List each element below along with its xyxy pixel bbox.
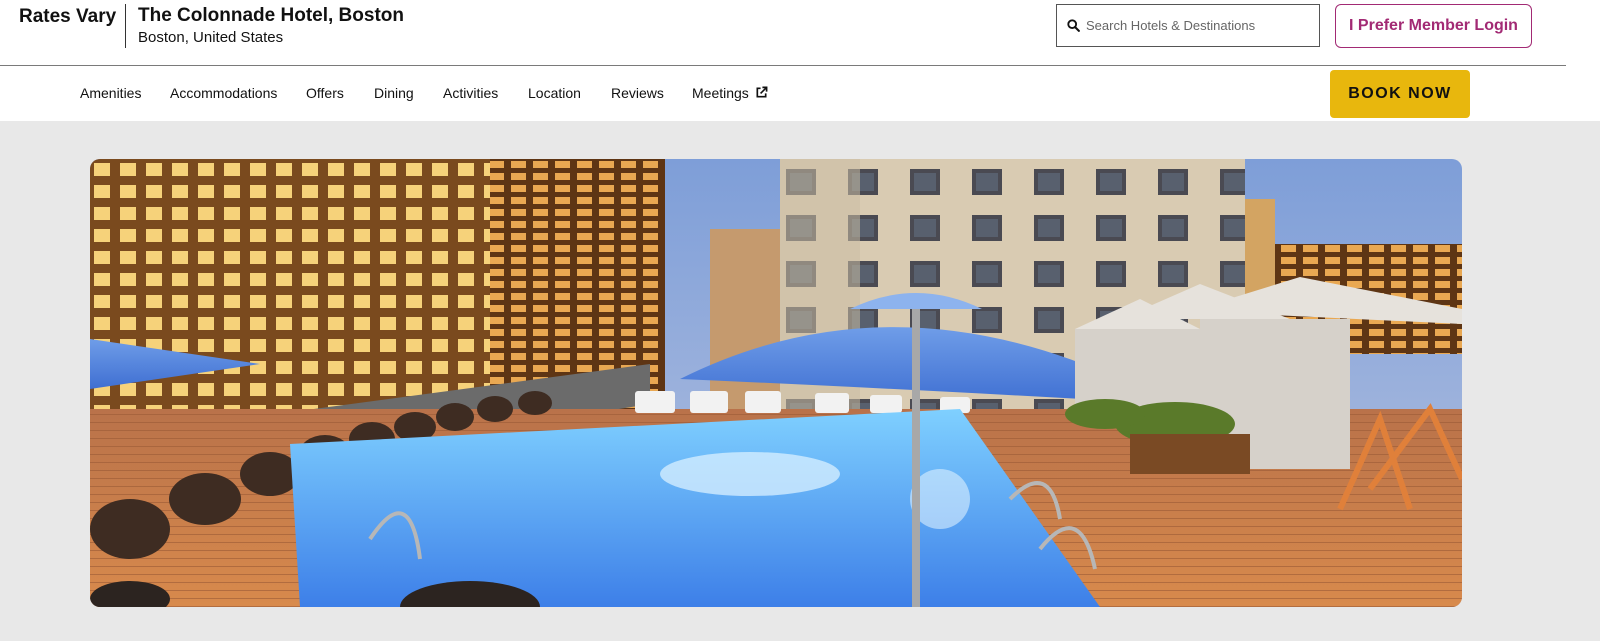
nav-reviews[interactable]: Reviews [611,85,664,101]
member-login-button[interactable]: I Prefer Member Login [1335,4,1532,48]
nav-accommodations[interactable]: Accommodations [170,85,277,101]
hotel-name: The Colonnade Hotel, Boston [138,5,404,26]
rates-label: Rates Vary [19,6,117,27]
nav-meetings-label: Meetings [692,85,749,101]
nav-amenities[interactable]: Amenities [80,85,141,101]
hero-image [90,159,1462,607]
search-input[interactable] [1084,17,1318,34]
search-icon [1067,19,1080,32]
search-box[interactable] [1056,4,1320,47]
hotel-location: Boston, United States [138,29,284,46]
header-bar: Rates Vary The Colonnade Hotel, Boston B… [0,0,1566,66]
header-divider [125,4,126,48]
rooftop-pool-photo [90,159,1462,607]
nav-location[interactable]: Location [528,85,581,101]
nav-offers[interactable]: Offers [306,85,344,101]
book-now-button[interactable]: BOOK NOW [1330,70,1470,118]
external-link-icon [756,86,768,98]
nav-activities[interactable]: Activities [443,85,498,101]
nav-meetings[interactable]: Meetings [692,85,768,101]
nav-dining[interactable]: Dining [374,85,414,101]
